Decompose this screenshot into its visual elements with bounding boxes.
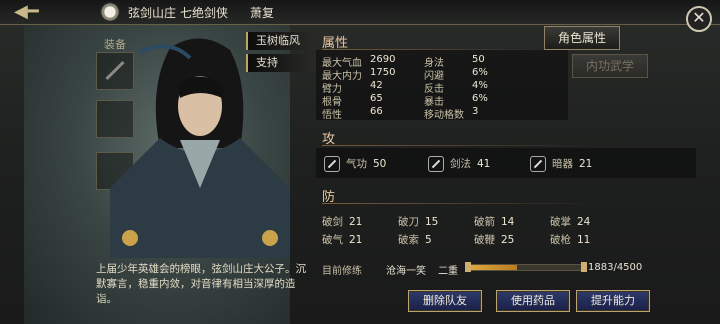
character-name: 萧复	[250, 6, 275, 20]
trait-tag-2: 支持	[246, 54, 316, 72]
training-skill: 沧海一笑	[386, 266, 426, 277]
training-progress-value: 1883/4500	[588, 262, 643, 273]
faction-emblem-icon	[100, 2, 120, 22]
trait-tag-1: 玉树临风	[246, 32, 316, 50]
tab-internal-skills[interactable]: 内功武学	[572, 54, 648, 78]
stat-wisdom: 悟性 66	[322, 106, 383, 121]
def-arrow: 破箭 14	[474, 216, 515, 228]
bar-end-cap	[581, 262, 587, 272]
def-whip: 破鞭 25	[474, 234, 515, 246]
attack-hidden-weapon: 暗器 21	[530, 156, 592, 172]
training-label: 目前修练	[322, 266, 362, 277]
def-sword: 破剑 21	[322, 216, 363, 228]
dart-icon	[530, 156, 546, 172]
divider	[322, 203, 602, 204]
title-rank: 七绝剑侠	[180, 6, 229, 20]
faction-name: 弦剑山庄	[128, 6, 177, 20]
character-screen: ◀━ 弦剑山庄 七绝剑侠 萧复 ✕ 装备 玉树临风 支持 上届少年英雄会的榜眼，…	[0, 0, 720, 324]
sword-icon	[428, 156, 444, 172]
def-rope: 破索 5	[398, 234, 432, 246]
def-blade: 破刀 15	[398, 216, 439, 228]
training-level: 二重	[438, 266, 458, 277]
qigong-icon	[324, 156, 340, 172]
def-palm: 破掌 24	[550, 216, 591, 228]
def-spear: 破枪 11	[550, 234, 591, 246]
use-medicine-button[interactable]: 使用药品	[496, 290, 570, 312]
progress-fill	[469, 265, 517, 270]
tab-role-attributes[interactable]: 角色属性	[544, 26, 620, 50]
improve-ability-button[interactable]: 提升能力	[576, 290, 650, 312]
bar-start-cap	[465, 262, 471, 272]
divider	[322, 145, 602, 146]
stat-move-range: 移动格数 3	[424, 106, 479, 121]
back-icon[interactable]: ◀━	[14, 2, 44, 22]
def-qi: 破气 21	[322, 234, 363, 246]
header-bar: ◀━ 弦剑山庄 七绝剑侠 萧复	[0, 0, 720, 25]
training-progress-bar	[465, 262, 587, 272]
close-icon[interactable]: ✕	[686, 6, 712, 32]
attack-sword: 剑法 41	[428, 156, 490, 172]
character-bio: 上届少年英雄会的榜眼，弦剑山庄大公子。沉默寡言，稳重内敛，对音律有相当深厚的造诣…	[96, 263, 306, 305]
remove-teammate-button[interactable]: 删除队友	[408, 290, 482, 312]
attack-qigong: 气功 50	[324, 156, 386, 172]
